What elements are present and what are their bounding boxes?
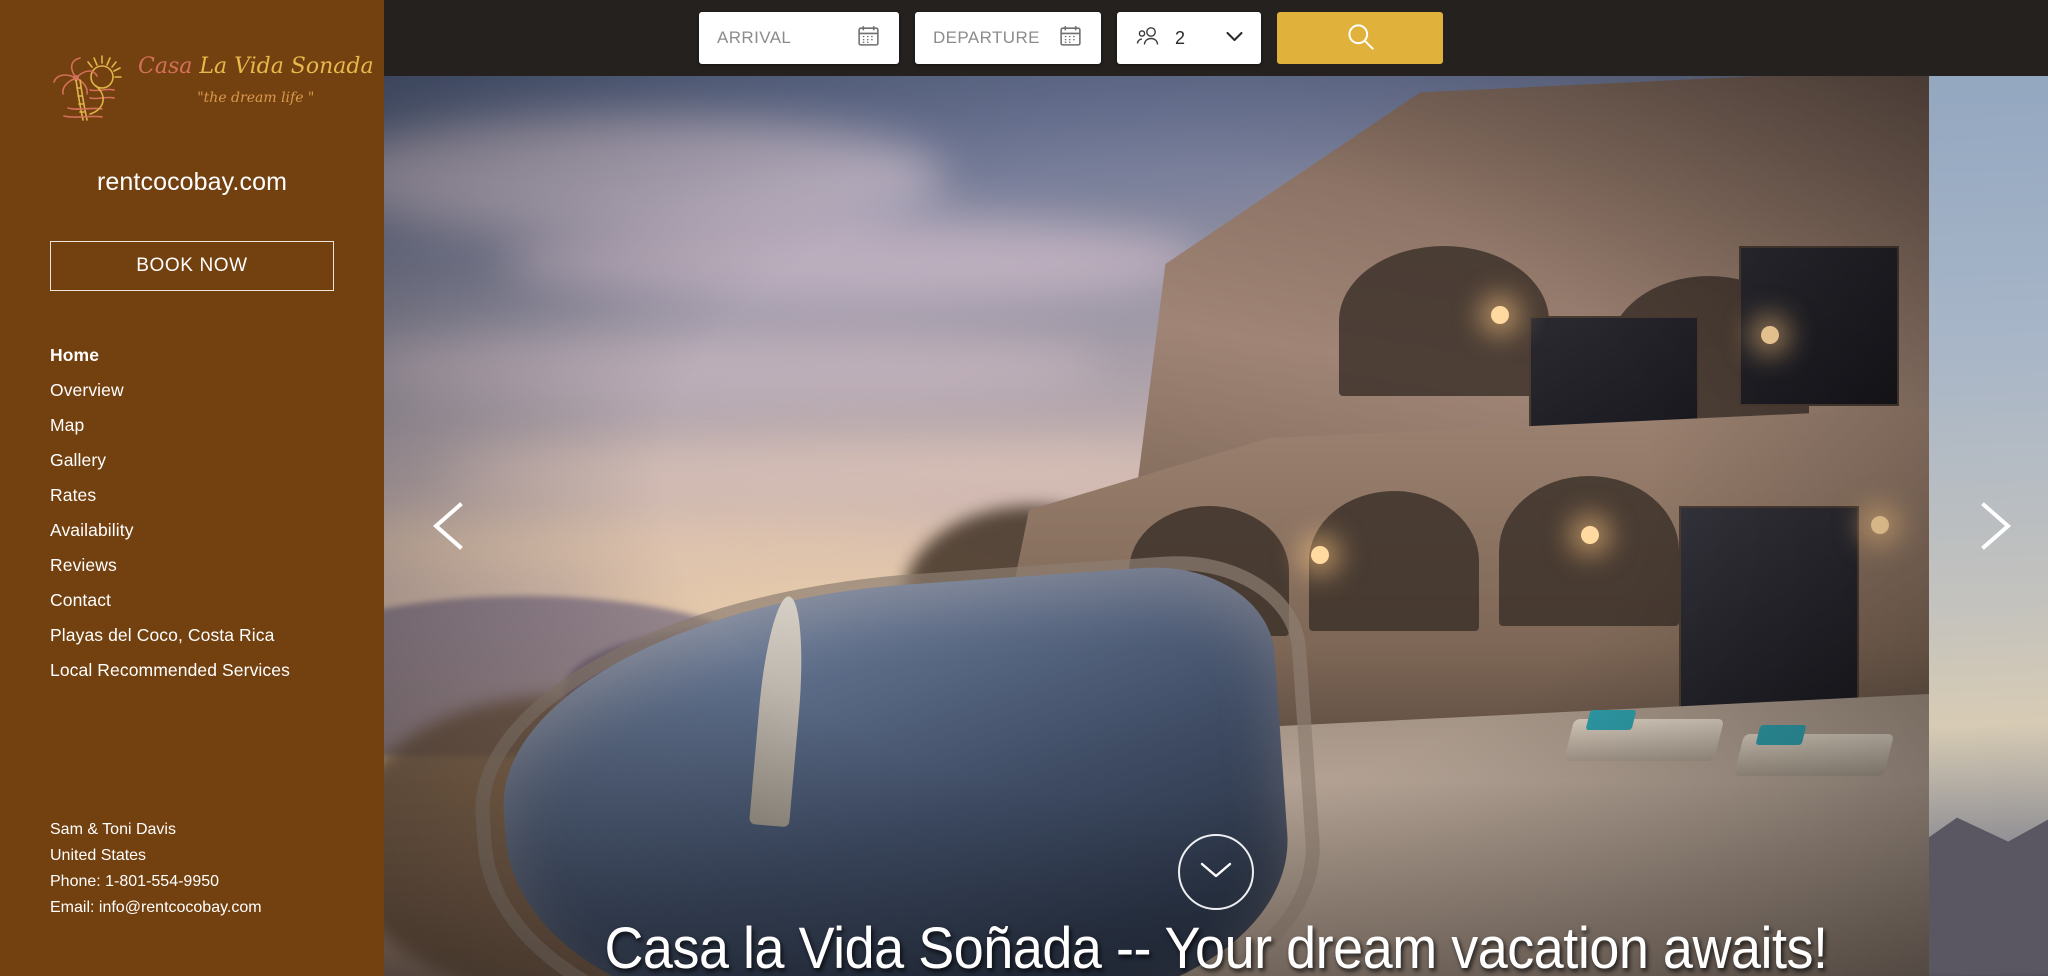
logo-title-part2: La Vida Sonada [199, 54, 374, 79]
contact-info: Sam & Toni Davis United States Phone: 1-… [50, 817, 262, 921]
contact-phone[interactable]: Phone: 1-801-554-9950 [50, 869, 262, 895]
hero-carousel: Casa la Vida Soñada -- Your dream vacati… [384, 76, 2048, 976]
carousel-prev-button[interactable] [422, 497, 480, 555]
contact-country: United States [50, 847, 147, 865]
sidebar-item-playas-del-coco[interactable]: Playas del Coco, Costa Rica [50, 618, 334, 653]
carousel-slide-current [384, 76, 1929, 976]
book-now-button[interactable]: BOOK NOW [50, 241, 334, 291]
contact-email[interactable]: Email: info@rentcocobay.com [50, 895, 262, 921]
sidebar-item-home[interactable]: Home [50, 338, 334, 373]
chevron-down-icon [1226, 29, 1243, 47]
scroll-down-button[interactable] [1178, 834, 1254, 910]
booking-search-bar: ARRIVAL DEPARTURE 2 [384, 0, 2048, 76]
sidebar: Casa La Vida Sonada "the dream life " re… [0, 0, 384, 976]
page-root: Casa La Vida Sonada "the dream life " re… [0, 0, 2048, 976]
sidebar-item-gallery[interactable]: Gallery [50, 443, 334, 478]
guests-select[interactable]: 2 [1117, 12, 1261, 64]
carousel-next-button[interactable] [1964, 497, 2022, 555]
logo-title-part1: Casa [138, 54, 193, 79]
brand-logo[interactable]: Casa La Vida Sonada "the dream life " [50, 48, 374, 124]
sidebar-item-contact[interactable]: Contact [50, 583, 334, 618]
chevron-down-icon [1199, 860, 1233, 885]
site-domain: rentcocobay.com [96, 168, 287, 196]
brand-logo-text: Casa La Vida Sonada "the dream life " [138, 48, 374, 107]
main-content: ARRIVAL DEPARTURE 2 Casa la Vida Soñada … [384, 0, 2048, 976]
palm-sun-waves-logo-icon [50, 52, 132, 124]
magnifier-icon [1345, 21, 1376, 55]
guests-value: 2 [1175, 27, 1186, 48]
sidebar-item-availability[interactable]: Availability [50, 513, 334, 548]
calendar-icon [1058, 23, 1083, 53]
sidebar-item-rates[interactable]: Rates [50, 478, 334, 513]
image-vignette [384, 76, 1929, 976]
sidebar-item-local-services[interactable]: Local Recommended Services [50, 653, 334, 688]
search-button[interactable] [1277, 12, 1443, 64]
sidebar-item-reviews[interactable]: Reviews [50, 548, 334, 583]
departure-date-field[interactable]: DEPARTURE [915, 12, 1101, 64]
calendar-icon [856, 23, 881, 53]
contact-owner: Sam & Toni Davis [50, 821, 176, 839]
arrival-date-field[interactable]: ARRIVAL [699, 12, 899, 64]
sidebar-item-overview[interactable]: Overview [50, 373, 334, 408]
sidebar-item-map[interactable]: Map [50, 408, 334, 443]
departure-placeholder: DEPARTURE [933, 28, 1040, 47]
logo-tagline: "the dream life " [197, 90, 315, 106]
arrival-placeholder: ARRIVAL [717, 28, 792, 47]
sidebar-navigation: Home Overview Map Gallery Rates Availabi… [50, 338, 334, 688]
guests-icon [1135, 25, 1161, 52]
